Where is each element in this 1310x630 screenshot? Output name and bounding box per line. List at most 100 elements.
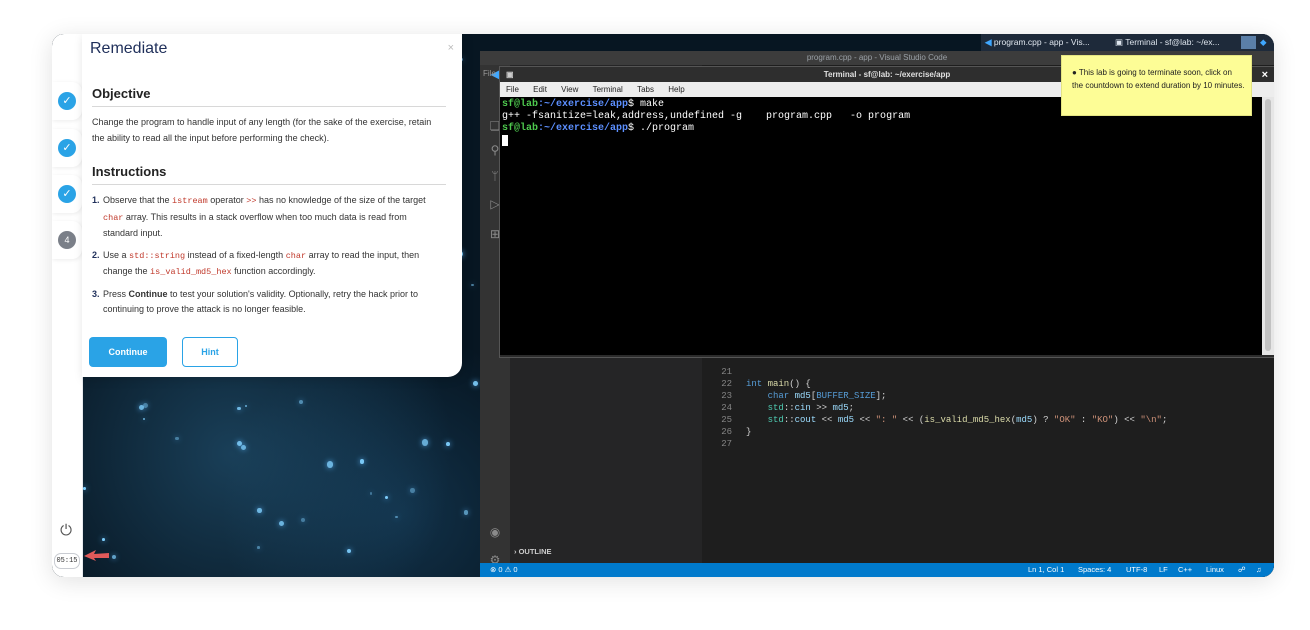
background-dot [236, 440, 242, 446]
line-number: 22 [721, 379, 732, 389]
background-dot [237, 407, 241, 411]
close-icon[interactable]: × [448, 42, 454, 54]
instruction-item: 2. Use a std::string instead of a fixed-… [92, 249, 420, 278]
step-tab[interactable]: ✓ [52, 175, 82, 213]
instructions-heading: Instructions [92, 164, 167, 179]
divider [92, 106, 446, 107]
taskbar: ◀ program.cpp - app - Vis... ▣ Terminal … [981, 34, 1274, 51]
feedback-icon[interactable]: ☍ [1238, 563, 1246, 577]
instruction-item: 3. Press Continue to test your solution'… [92, 288, 419, 315]
line-number: 23 [721, 391, 732, 401]
monitor-icon[interactable] [1241, 36, 1256, 49]
background-dot [446, 442, 451, 447]
language-mode[interactable]: C++ [1178, 563, 1192, 577]
terminal-line: sf@lab:~/exercise/app$ ./program [502, 123, 695, 134]
indentation[interactable]: Spaces: 4 [1078, 563, 1111, 577]
line-number: 21 [721, 367, 732, 377]
background-dot [421, 438, 429, 446]
menu-terminal[interactable]: Terminal [593, 85, 623, 94]
notice-close-button[interactable]: × [1262, 69, 1268, 82]
step-2-check: ✓ [58, 139, 76, 157]
background-dot [359, 459, 365, 464]
background-dot [257, 546, 261, 549]
hint-button[interactable]: Hint [182, 337, 238, 367]
termination-notice: ● This lab is going to terminate soon, c… [1061, 55, 1268, 116]
background-dot [463, 510, 469, 515]
taskbar-item-vscode[interactable]: ◀ program.cpp - app - Vis... [985, 36, 1090, 49]
objective-text: Change the program to handle input of an… [92, 117, 432, 143]
menu-tabs[interactable]: Tabs [637, 85, 654, 94]
background-dot [257, 508, 262, 513]
menu-file[interactable]: File [506, 85, 519, 94]
terminal-cursor [502, 135, 508, 146]
step-tab[interactable]: 4 [52, 221, 82, 259]
taskbar-terminal-label: Terminal - sf@lab: ~/ex... [1125, 37, 1220, 47]
background-dot [299, 400, 304, 405]
line-number: 24 [721, 403, 732, 413]
step-tab[interactable]: ✓ [52, 82, 82, 120]
account-icon[interactable]: ◉ [488, 525, 502, 539]
outline-label: OUTLINE [518, 547, 552, 556]
cursor-position[interactable]: Ln 1, Col 1 [1028, 563, 1064, 577]
terminal-icon: ▣ [1115, 37, 1124, 47]
power-icon[interactable]: ⏻ [59, 523, 73, 538]
code-line: std::cin >> md5; [767, 403, 855, 413]
code-line: std::cout << md5 << ": " << (is_valid_md… [767, 415, 1168, 425]
background-dot [473, 381, 478, 386]
line-number: 27 [721, 439, 732, 449]
terminal-title-text: Terminal - sf@lab: ~/exercise/app [823, 70, 951, 79]
line-ending[interactable]: LF [1159, 563, 1168, 577]
background-dot [143, 418, 146, 421]
outline-section[interactable]: › OUTLINE [514, 547, 552, 556]
background-dot [244, 404, 248, 407]
panel-title: Remediate [90, 40, 168, 57]
instructions-list: 1. Observe that the istream operator >> … [92, 193, 442, 324]
step-3-check: ✓ [58, 185, 76, 203]
bell-icon[interactable]: ♫ [1256, 563, 1262, 577]
background-dot [111, 554, 116, 560]
pointer-arrow-icon [84, 550, 109, 561]
background-dot [83, 487, 86, 491]
chevron-right-icon: › [514, 547, 517, 556]
background-dot [326, 460, 334, 468]
notice-text: This lab is going to terminate soon, cli… [1072, 68, 1245, 90]
terminal-output[interactable]: sf@lab:~/exercise/app$ make g++ -fsaniti… [500, 97, 1262, 355]
background-dot [410, 488, 415, 493]
terminal-scrollbar[interactable] [1262, 97, 1274, 355]
problems-indicator[interactable]: ⊗ 0 ⚠ 0 [490, 563, 518, 577]
vscode-icon: ◀ [985, 37, 992, 47]
menu-edit[interactable]: Edit [533, 85, 547, 94]
code-line: int main() { [746, 379, 811, 389]
background-dot [300, 517, 305, 522]
background-dot [240, 444, 246, 450]
instruction-item: 1. Observe that the istream operator >> … [92, 195, 426, 238]
terminal-line [502, 135, 1262, 148]
countdown-timer[interactable]: 05:15 [54, 553, 80, 569]
alert-icon: ● [1072, 68, 1077, 77]
step-1-check: ✓ [58, 92, 76, 110]
scrollbar-thumb[interactable] [1265, 99, 1271, 351]
background-dot [471, 283, 475, 287]
background-dot [369, 492, 373, 495]
taskbar-item-terminal[interactable]: ▣ Terminal - sf@lab: ~/ex... [1115, 36, 1220, 49]
objective-heading: Objective [92, 86, 151, 101]
continue-button[interactable]: Continue [89, 337, 167, 367]
network-icon[interactable]: ◆ [1260, 36, 1267, 49]
terminal-window-icon: ▣ [506, 70, 514, 79]
step-tab[interactable]: ✓ [52, 129, 82, 167]
step-rail: ✓ ✓ ✓ 4 ⏻ 05:15 [52, 34, 83, 577]
line-number: 25 [721, 415, 732, 425]
background-dot [384, 496, 389, 500]
background-dot [279, 520, 285, 527]
code-line: char md5[BUFFER_SIZE]; [767, 391, 887, 401]
line-number: 26 [721, 427, 732, 437]
lab-frame: ◀ program.cpp - app - Vis... ▣ Terminal … [52, 34, 1274, 577]
menu-view[interactable]: View [561, 85, 578, 94]
taskbar-vscode-label: program.cpp - app - Vis... [993, 37, 1090, 47]
background-dot [175, 436, 179, 440]
menu-help[interactable]: Help [668, 85, 684, 94]
encoding[interactable]: UTF-8 [1126, 563, 1147, 577]
code-line: } [746, 427, 752, 437]
remediate-panel: Remediate × Objective Change the program… [82, 34, 462, 377]
background-dot [138, 405, 144, 410]
